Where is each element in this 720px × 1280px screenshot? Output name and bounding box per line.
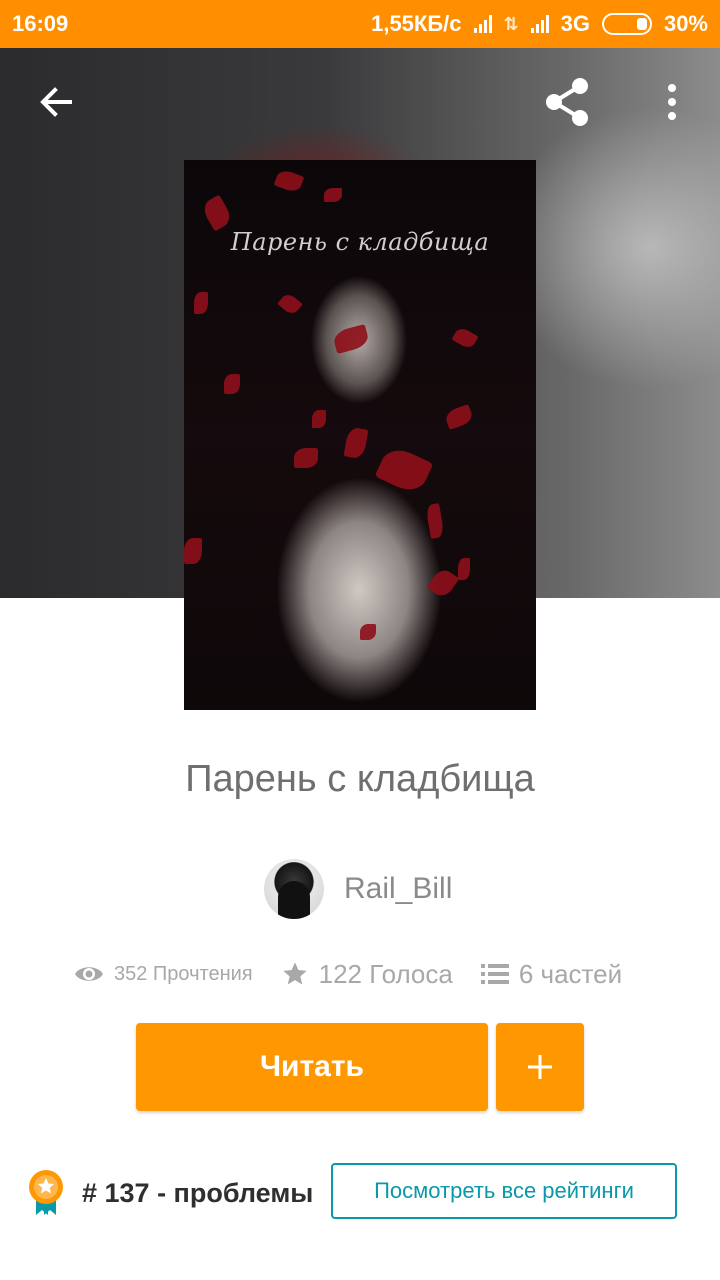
back-button[interactable] xyxy=(24,70,88,134)
story-title: Парень с кладбища xyxy=(185,758,535,800)
petal-decoration xyxy=(331,323,371,355)
author-link[interactable]: Rail_Bill xyxy=(264,858,452,920)
eye-icon xyxy=(75,967,103,981)
story-stats: 352 Прочтения 122 Голоса 6 частей xyxy=(74,952,622,996)
petal-decoration xyxy=(199,194,235,232)
petal-decoration xyxy=(360,624,376,640)
ranking-row: # 137 - проблемы xyxy=(26,1166,313,1220)
status-network: 3G xyxy=(560,11,590,36)
list-icon xyxy=(480,964,509,984)
avatar[interactable] xyxy=(264,859,324,919)
book-cover[interactable]: Парень с кладбища xyxy=(184,160,536,710)
reads-count: 352 Прочтения xyxy=(114,962,253,985)
petal-decoration xyxy=(426,566,460,600)
battery-icon xyxy=(601,13,652,35)
share-icon xyxy=(546,78,588,126)
status-right: 1,55КБ/с ⇅ 3G 30% xyxy=(371,11,708,37)
petal-decoration xyxy=(312,410,326,428)
petal-decoration xyxy=(425,503,445,539)
status-battery: 30% xyxy=(663,11,708,36)
add-to-library-button[interactable] xyxy=(496,1023,584,1111)
petal-decoration xyxy=(324,188,342,202)
ranking-text: # 137 - проблемы xyxy=(82,1177,314,1208)
petal-decoration xyxy=(443,404,475,430)
data-transfer-icon: ⇅ xyxy=(503,13,519,34)
petal-decoration xyxy=(294,448,318,468)
votes-stat: 122 Голоса xyxy=(281,959,453,990)
more-vertical-icon xyxy=(668,84,676,120)
reads-stat: 352 Прочтения xyxy=(74,963,253,986)
petal-decoration xyxy=(451,325,479,351)
votes-count: 122 Голоса xyxy=(318,958,453,989)
status-bar: 16:09 1,55КБ/с ⇅ 3G 30% xyxy=(0,0,720,48)
petal-decoration xyxy=(224,374,240,394)
read-button[interactable]: Читать xyxy=(136,1023,488,1111)
signal-icon xyxy=(473,15,492,33)
petal-decoration xyxy=(184,538,202,564)
petal-decoration xyxy=(273,168,305,194)
star-icon xyxy=(282,962,307,985)
parts-stat: 6 частей xyxy=(480,958,623,990)
petal-decoration xyxy=(458,558,470,580)
plus-icon xyxy=(528,1055,552,1079)
petal-decoration xyxy=(194,292,208,314)
petal-decoration xyxy=(277,291,303,317)
arrow-left-icon xyxy=(40,87,72,117)
cover-title: Парень с кладбища xyxy=(230,228,490,256)
share-button[interactable] xyxy=(536,70,600,134)
petal-decoration xyxy=(374,443,434,497)
petal-decoration xyxy=(343,426,369,460)
author-name[interactable]: Rail_Bill xyxy=(344,872,452,906)
signal-icon-2 xyxy=(530,15,549,33)
more-options-button[interactable] xyxy=(640,70,704,134)
parts-count: 6 частей xyxy=(518,958,623,989)
view-all-rankings-button[interactable]: Посмотреть все рейтинги xyxy=(331,1163,677,1219)
status-speed: 1,55КБ/с xyxy=(371,11,462,36)
status-time: 16:09 xyxy=(12,11,69,36)
award-medal-icon xyxy=(29,1170,63,1215)
